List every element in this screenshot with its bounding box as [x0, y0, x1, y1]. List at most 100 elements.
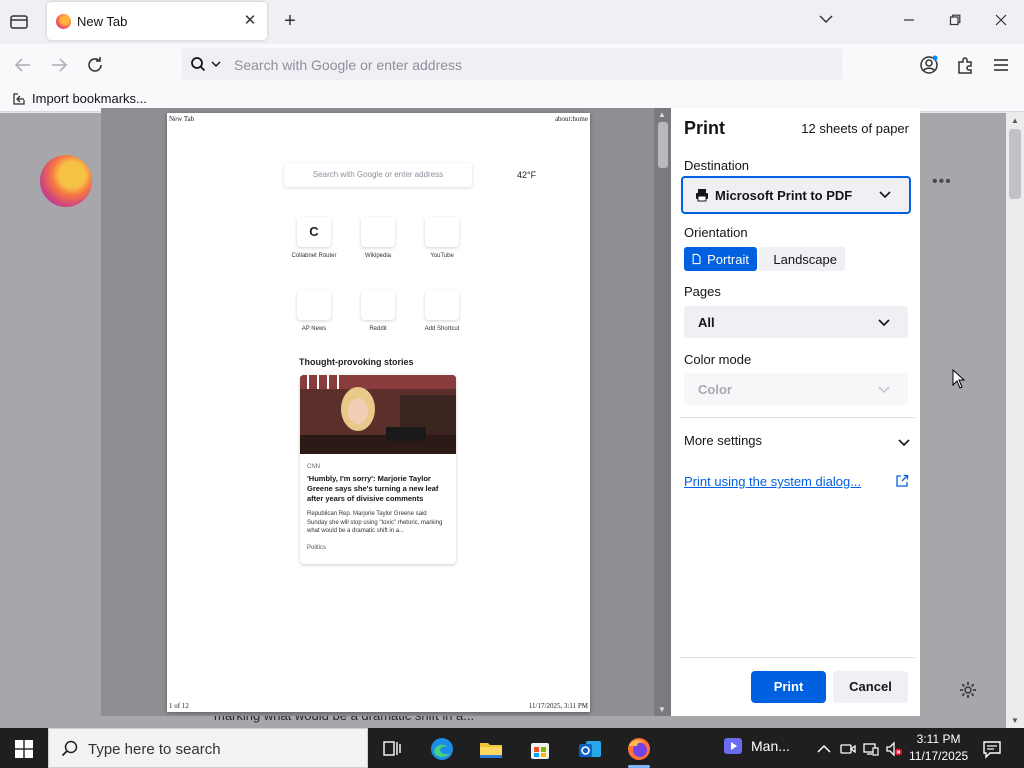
taskbar-clock[interactable]: 3:11 PM 11/17/2025: [909, 731, 968, 765]
meet-now-icon[interactable]: [839, 740, 857, 758]
print-preview-area: New Tab about:home Search with Google or…: [101, 108, 671, 716]
system-dialog-link[interactable]: Print using the system dialog...: [684, 474, 861, 489]
pages-select[interactable]: All: [684, 306, 908, 338]
taskbar-app-label: Man...: [751, 738, 790, 754]
scroll-down-arrow-icon[interactable]: ▼: [1011, 716, 1019, 725]
shortcut-label: YouTube: [430, 253, 454, 259]
network-icon[interactable]: [862, 740, 880, 758]
more-options-dots-icon[interactable]: •••: [932, 173, 952, 191]
preview-scrollbar-thumb[interactable]: [658, 122, 668, 168]
shortcut-label: Reddit: [369, 326, 387, 332]
more-settings-toggle[interactable]: More settings: [684, 433, 910, 451]
chevron-down-icon: [898, 436, 910, 451]
shortcut-label: Add Shortcut: [424, 326, 460, 332]
print-button[interactable]: Print: [751, 671, 826, 703]
import-bookmarks-label: Import bookmarks...: [32, 91, 147, 106]
windows-start-icon[interactable]: [15, 740, 33, 758]
portrait-page-icon: [692, 253, 701, 265]
landscape-label: Landscape: [773, 251, 837, 267]
forward-arrow-icon[interactable]: [48, 54, 72, 76]
address-bar[interactable]: Search with Google or enter address: [182, 48, 842, 80]
more-settings-label: More settings: [684, 433, 763, 448]
clock-time: 3:11 PM: [916, 732, 961, 746]
microsoft-store-icon[interactable]: [523, 734, 557, 764]
outlook-icon[interactable]: [573, 734, 607, 764]
list-all-tabs-chevron-icon[interactable]: [814, 10, 838, 32]
reload-icon[interactable]: [84, 54, 108, 76]
firefox-logo-icon: [40, 155, 92, 207]
pages-label: Pages: [684, 284, 721, 299]
story-card: CNN 'Humbly, I'm sorry': Marjorie Taylor…: [300, 375, 456, 564]
file-explorer-icon[interactable]: [474, 734, 508, 764]
color-mode-select[interactable]: Color: [684, 373, 908, 405]
preview-scroll-down-icon[interactable]: ▼: [658, 705, 666, 714]
page-scrollbar[interactable]: ▲ ▼: [1006, 113, 1024, 728]
shortcut-label: Wikipedia: [364, 253, 391, 259]
task-view-icon[interactable]: [375, 734, 409, 764]
address-placeholder: Search with Google or enter address: [234, 57, 463, 73]
panel-footer-divider: [679, 657, 915, 658]
shortcut-tile: [361, 217, 395, 247]
portrait-button[interactable]: Portrait: [684, 247, 757, 271]
chevron-down-icon: [879, 188, 891, 203]
mouse-cursor-icon: [952, 368, 966, 389]
close-window-icon[interactable]: [989, 10, 1013, 32]
sheet-footer-right: 11/17/2025, 3:11 PM: [528, 702, 588, 710]
open-external-icon[interactable]: [895, 474, 909, 488]
chevron-down-icon: [878, 383, 890, 398]
printer-icon: [695, 188, 709, 205]
destination-select[interactable]: Microsoft Print to PDF: [681, 176, 911, 214]
print-settings-panel: Print 12 sheets of paper Destination Mic…: [671, 108, 920, 716]
sheet-footer-left: 1 of 12: [169, 702, 189, 710]
sheet-header-right: about:home: [554, 115, 588, 123]
story-title: 'Humbly, I'm sorry': Marjorie Taylor Gre…: [307, 474, 439, 503]
tab-title: New Tab: [77, 14, 128, 29]
scroll-up-arrow-icon[interactable]: ▲: [1011, 116, 1019, 125]
show-hidden-icons-chevron-icon[interactable]: [815, 740, 833, 758]
clock-date: 11/17/2025: [909, 749, 969, 763]
new-tab-plus-icon[interactable]: +: [280, 10, 300, 32]
shortcut-label: Collabnet Router: [291, 253, 337, 259]
restore-icon[interactable]: [943, 10, 967, 32]
taskbar-search-box[interactable]: Type here to search: [48, 728, 368, 768]
meeting-app-icon: [724, 738, 742, 754]
edge-browser-icon[interactable]: [425, 734, 459, 764]
preview-scrollbar[interactable]: ▲ ▼: [654, 108, 671, 716]
windows-taskbar: Type here to search Man... 3:11 PM 11/17…: [0, 728, 1024, 768]
gear-icon[interactable]: [958, 680, 978, 700]
extensions-icon[interactable]: [954, 54, 976, 76]
portrait-label: Portrait: [707, 251, 749, 267]
taskbar-search-placeholder: Type here to search: [88, 741, 221, 758]
preview-search-box: Search with Google or enter address: [284, 163, 472, 187]
color-mode-value: Color: [698, 382, 732, 397]
cancel-button[interactable]: Cancel: [833, 671, 908, 703]
shortcut-tile: C: [297, 217, 331, 247]
story-category: Politics: [307, 545, 327, 551]
tab-list-icon[interactable]: [8, 12, 30, 32]
close-tab-icon[interactable]: ✕: [241, 12, 259, 30]
import-icon: [13, 92, 25, 105]
hamburger-menu-icon[interactable]: [990, 54, 1012, 76]
tab-new-tab[interactable]: New Tab ✕: [47, 2, 267, 40]
sheets-count: 12 sheets of paper: [801, 121, 909, 136]
pages-value: All: [698, 315, 715, 330]
account-icon[interactable]: [918, 54, 940, 76]
landscape-button[interactable]: Landscape: [759, 247, 845, 271]
shortcut-tile: [425, 217, 459, 247]
back-arrow-icon[interactable]: [12, 54, 36, 76]
preview-scroll-up-icon[interactable]: ▲: [658, 110, 666, 119]
taskbar-app-item[interactable]: Man...: [723, 737, 790, 755]
firefox-taskbar-icon[interactable]: [622, 734, 656, 768]
orientation-label: Orientation: [684, 225, 748, 240]
volume-muted-icon[interactable]: [885, 740, 903, 758]
shortcut-tile: [297, 290, 331, 320]
notification-center-icon[interactable]: [982, 739, 1002, 759]
color-mode-label: Color mode: [684, 352, 752, 367]
page-scrollbar-thumb[interactable]: [1009, 129, 1021, 199]
chevron-down-icon: [878, 316, 890, 331]
import-bookmarks-button[interactable]: Import bookmarks...: [12, 91, 147, 106]
minimize-icon[interactable]: [897, 10, 921, 32]
tab-strip: New Tab ✕ +: [0, 0, 1024, 44]
search-engine-button[interactable]: [188, 55, 230, 75]
stories-heading: Thought-provoking stories: [299, 357, 414, 367]
